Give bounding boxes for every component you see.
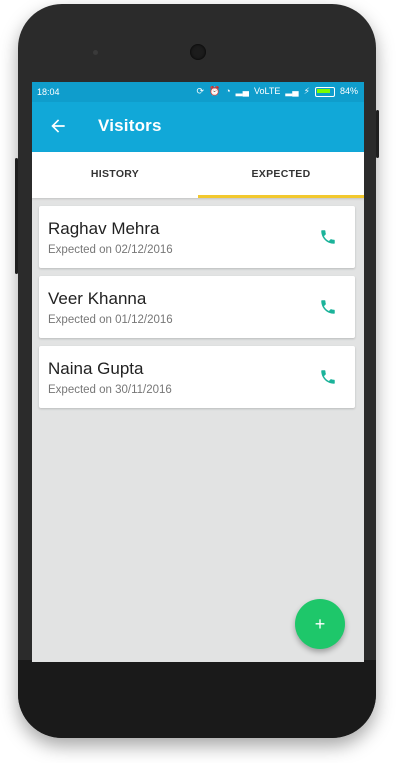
alarm-icon: ⏰: [209, 86, 221, 96]
front-sensor: [93, 50, 98, 55]
plus-icon: +: [314, 613, 326, 634]
visitor-card[interactable]: Raghav Mehra Expected on 02/12/2016: [39, 206, 355, 268]
phone-side-button-right: [376, 110, 379, 158]
visitor-card[interactable]: Veer Khanna Expected on 01/12/2016: [39, 276, 355, 338]
add-visitor-button[interactable]: +: [295, 599, 345, 649]
tab-expected[interactable]: EXPECTED: [198, 152, 364, 198]
visitor-name: Naina Gupta: [48, 359, 144, 378]
visitor-expected-date: Expected on 30/11/2016: [48, 384, 172, 396]
status-time: 18:04: [37, 87, 60, 97]
phone-icon[interactable]: [319, 228, 337, 246]
visitor-expected-date: Expected on 01/12/2016: [48, 314, 173, 326]
visitor-name: Veer Khanna: [48, 289, 147, 308]
status-bar: 18:04 ⟳ ⏰ ◔ ▂▄ VoLTE ▂▄ ⚡ 84%: [32, 82, 364, 102]
battery-icon: [314, 86, 335, 97]
visitor-expected-date: Expected on 02/12/2016: [48, 244, 173, 256]
signal-icon: ▂▄: [235, 86, 249, 96]
charging-icon: ⚡: [303, 86, 310, 96]
app-screen: 18:04 ⟳ ⏰ ◔ ▂▄ VoLTE ▂▄ ⚡ 84% Visitors H…: [32, 82, 364, 662]
page-title: Visitors: [98, 116, 162, 135]
front-camera: [190, 44, 206, 60]
wifi-icon: ◔: [225, 86, 231, 96]
sync-icon: ⟳: [196, 86, 205, 96]
visitor-card[interactable]: Naina Gupta Expected on 30/11/2016: [39, 346, 355, 408]
signal-icon-2: ▂▄: [285, 86, 299, 96]
battery-level: 84%: [339, 86, 358, 96]
app-bar: Visitors: [32, 102, 364, 152]
phone-side-button-left: [15, 158, 18, 274]
tab-bar: HISTORY EXPECTED: [32, 152, 364, 198]
status-icons: ⟳ ⏰ ◔ ▂▄ VoLTE ▂▄ ⚡ 84%: [196, 86, 358, 97]
phone-icon[interactable]: [319, 298, 337, 316]
back-arrow-icon[interactable]: [48, 116, 68, 136]
network-label: VoLTE: [253, 86, 281, 96]
phone-chin: [18, 660, 376, 738]
tab-history[interactable]: HISTORY: [32, 152, 198, 198]
phone-icon[interactable]: [319, 368, 337, 386]
visitor-name: Raghav Mehra: [48, 219, 160, 238]
